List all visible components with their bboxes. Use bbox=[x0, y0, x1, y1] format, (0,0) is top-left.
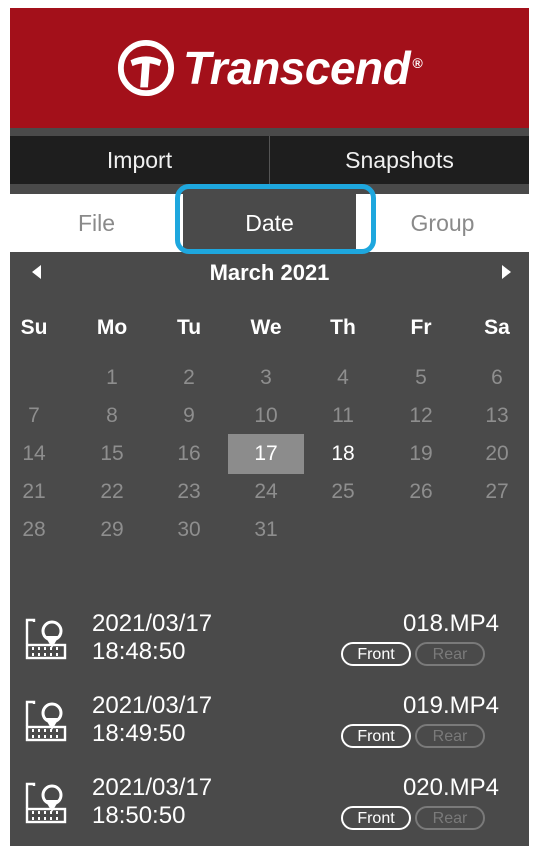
calendar-day[interactable]: 25 bbox=[308, 472, 378, 512]
calendar-day[interactable]: 21 bbox=[10, 472, 69, 512]
tab-date[interactable]: Date bbox=[183, 194, 356, 252]
calendar-day[interactable]: 16 bbox=[154, 434, 224, 474]
calendar-day[interactable]: 9 bbox=[154, 396, 224, 436]
calendar-day[interactable]: 1 bbox=[77, 358, 147, 398]
rear-camera-button[interactable]: Rear bbox=[415, 724, 485, 748]
month-title: March 2021 bbox=[209, 260, 330, 285]
video-location-icon bbox=[24, 700, 68, 742]
weekday-label: Tu bbox=[176, 316, 202, 339]
weekday-label: We bbox=[250, 316, 282, 339]
calendar-weeks: 1 2 3 4 5 6 7 8 9 10 11 12 13 14 15 16 17 18 19 20 21 22 23 24 2… bbox=[10, 358, 529, 552]
rear-camera-button[interactable]: Rear bbox=[415, 806, 485, 830]
weekday-header: Su Mo Tu We Th Fr Sa bbox=[10, 308, 529, 348]
transcend-logo: Transcend ® bbox=[117, 39, 423, 97]
tab-import[interactable]: Import bbox=[10, 136, 269, 184]
calendar-day[interactable]: 23 bbox=[154, 472, 224, 512]
calendar-day[interactable]: 12 bbox=[386, 396, 456, 436]
calendar-day[interactable]: 13 bbox=[462, 396, 529, 436]
video-filename: 019.MP4 bbox=[402, 692, 499, 719]
calendar-day[interactable]: 27 bbox=[462, 472, 529, 512]
video-filename: 020.MP4 bbox=[402, 774, 499, 801]
week-row: 7 8 9 10 11 12 13 bbox=[10, 396, 529, 438]
video-time: 18:50:50 bbox=[92, 802, 186, 829]
tab-group[interactable]: Group bbox=[356, 194, 529, 252]
calendar-grid: Su Mo Tu We Th Fr Sa 1 2 3 4 5 6 7 8 9 10 11 12 13 14 15 16 17… bbox=[10, 308, 529, 552]
rear-camera-button[interactable]: Rear bbox=[415, 642, 485, 666]
calendar-day[interactable]: 28 bbox=[10, 510, 69, 550]
calendar-day[interactable]: 10 bbox=[231, 396, 301, 436]
tab-file[interactable]: File bbox=[10, 194, 183, 252]
tab-snapshots[interactable]: Snapshots bbox=[269, 136, 529, 184]
month-navigation: March 2021 bbox=[10, 258, 529, 288]
front-camera-button[interactable]: Front bbox=[341, 642, 411, 666]
calendar-day[interactable]: 30 bbox=[154, 510, 224, 550]
transcend-logo-icon bbox=[117, 39, 174, 97]
video-filename: 018.MP4 bbox=[402, 610, 499, 637]
video-list-item[interactable]: 2021/03/17 18:48:50 018.MP4 Front Rear bbox=[10, 606, 529, 688]
weekday-label: Fr bbox=[410, 316, 432, 339]
video-location-icon bbox=[24, 782, 68, 824]
calendar-day[interactable]: 15 bbox=[77, 434, 147, 474]
calendar-day[interactable]: 31 bbox=[231, 510, 301, 550]
calendar-day[interactable]: 19 bbox=[386, 434, 456, 474]
calendar-day[interactable]: 11 bbox=[308, 396, 378, 436]
video-date: 2021/03/17 bbox=[92, 692, 213, 719]
video-date: 2021/03/17 bbox=[92, 774, 213, 801]
calendar-day[interactable]: 3 bbox=[231, 358, 301, 398]
video-list-item[interactable]: 2021/03/17 18:50:50 020.MP4 Front Rear bbox=[10, 770, 529, 846]
calendar-day[interactable]: 29 bbox=[77, 510, 147, 550]
front-camera-button[interactable]: Front bbox=[341, 806, 411, 830]
registered-mark: ® bbox=[412, 54, 423, 71]
weekday-label: Su bbox=[20, 316, 48, 339]
video-date: 2021/03/17 bbox=[92, 610, 213, 637]
calendar-day[interactable]: 8 bbox=[77, 396, 147, 436]
chevron-right-icon[interactable] bbox=[502, 265, 511, 279]
week-row: 21 22 23 24 25 26 27 bbox=[10, 472, 529, 514]
calendar-day[interactable]: 24 bbox=[231, 472, 301, 512]
calendar-day[interactable]: 22 bbox=[77, 472, 147, 512]
app-panel: Transcend ® Import Snapshots File Date Gr… bbox=[10, 8, 529, 846]
video-list-item[interactable]: 2021/03/17 18:49:50 019.MP4 Front Rear bbox=[10, 688, 529, 770]
top-navigation: Import Snapshots bbox=[10, 136, 529, 184]
brand-name: Transcend bbox=[182, 42, 411, 94]
video-list: 2021/03/17 18:48:50 018.MP4 Front Rear 2021/0… bbox=[10, 606, 529, 846]
video-time: 18:48:50 bbox=[92, 638, 186, 665]
week-row: 123456 bbox=[10, 358, 529, 400]
calendar-day[interactable]: 20 bbox=[462, 434, 529, 474]
calendar-day[interactable]: 5 bbox=[386, 358, 456, 398]
calendar-day[interactable]: 2 bbox=[154, 358, 224, 398]
calendar-day[interactable]: 6 bbox=[462, 358, 529, 398]
weekday-label: Th bbox=[330, 316, 356, 339]
weekday-label: Mo bbox=[96, 316, 128, 339]
calendar-day[interactable]: 17 bbox=[228, 434, 304, 474]
calendar-day[interactable]: 7 bbox=[10, 396, 69, 436]
video-time: 18:49:50 bbox=[92, 720, 186, 747]
calendar-day[interactable]: 18 bbox=[308, 434, 378, 474]
calendar-day[interactable]: 14 bbox=[10, 434, 69, 474]
week-row: 14 15 16 17 18 19 20 bbox=[10, 434, 529, 476]
week-row: 28 29 30 31 bbox=[10, 510, 529, 552]
view-mode-tabs: File Date Group bbox=[10, 194, 529, 252]
video-location-icon bbox=[24, 618, 68, 660]
calendar-day[interactable]: 4 bbox=[308, 358, 378, 398]
weekday-label: Sa bbox=[484, 316, 510, 339]
front-camera-button[interactable]: Front bbox=[341, 724, 411, 748]
calendar-day[interactable]: 26 bbox=[386, 472, 456, 512]
brand-header: Transcend ® bbox=[10, 8, 529, 128]
